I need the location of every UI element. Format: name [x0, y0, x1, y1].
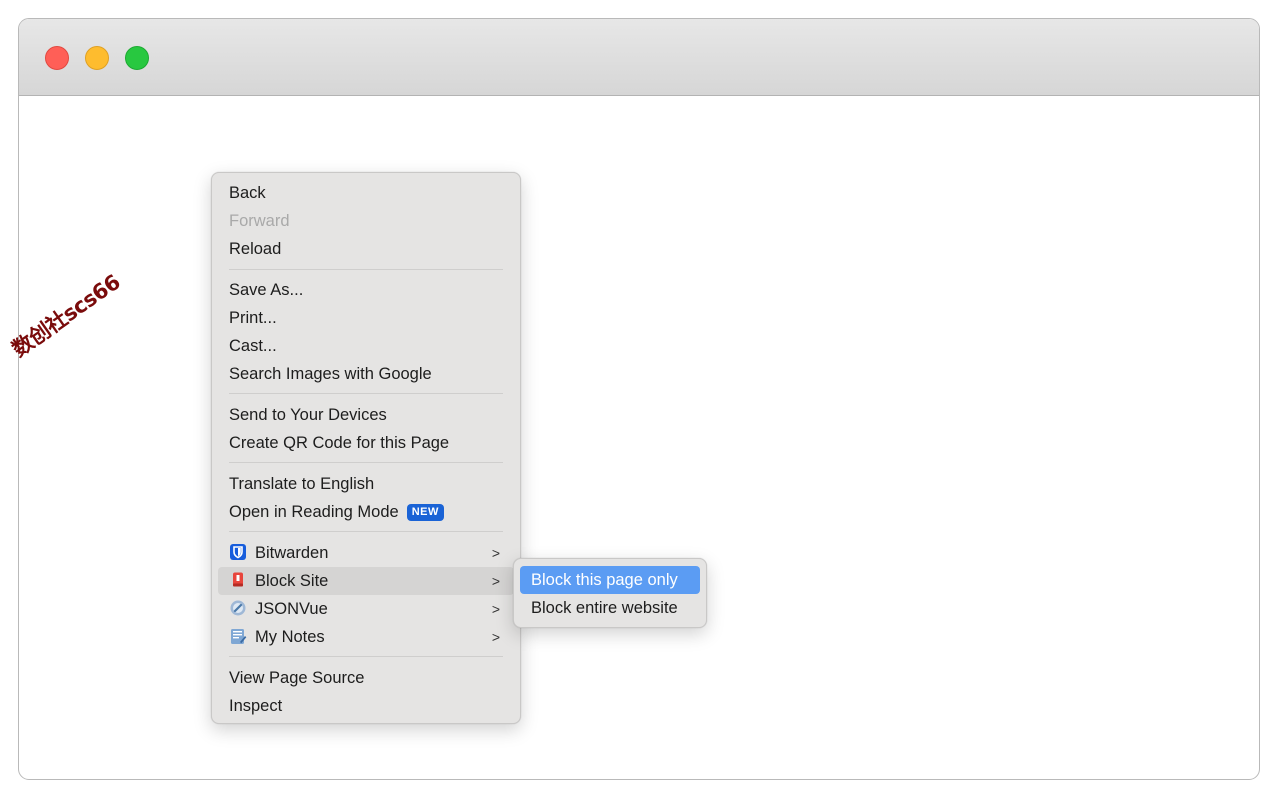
- new-badge: NEW: [406, 504, 444, 521]
- menu-item-back[interactable]: Back: [212, 179, 520, 207]
- menu-separator: [229, 393, 503, 394]
- menu-separator: [229, 462, 503, 463]
- minimize-window-button[interactable]: [85, 46, 109, 70]
- menu-item-jsonvue[interactable]: JSONVue >: [212, 595, 520, 623]
- chevron-right-icon: >: [491, 601, 500, 617]
- menu-item-reading-mode[interactable]: Open in Reading Mode NEW: [212, 498, 520, 526]
- chevron-right-icon: >: [491, 573, 500, 589]
- submenu-item-block-website[interactable]: Block entire website: [520, 594, 700, 622]
- menu-item-send-devices[interactable]: Send to Your Devices: [212, 401, 520, 429]
- menu-separator: [229, 531, 503, 532]
- close-window-button[interactable]: [45, 46, 69, 70]
- menu-item-inspect[interactable]: Inspect: [212, 692, 520, 720]
- menu-item-forward: Forward: [229, 212, 290, 230]
- zoom-window-button[interactable]: [125, 46, 149, 70]
- submenu-item-block-page[interactable]: Block this page only: [520, 566, 700, 594]
- chevron-right-icon: >: [491, 629, 500, 645]
- bitwarden-label: Bitwarden: [255, 544, 329, 562]
- browser-window: [18, 18, 1260, 780]
- menu-item-bitwarden[interactable]: Bitwarden >: [212, 539, 520, 567]
- jsonvue-icon: [229, 598, 247, 616]
- menu-item-cast[interactable]: Cast...: [212, 332, 520, 360]
- menu-separator: [229, 656, 503, 657]
- notes-icon: [229, 626, 247, 644]
- bitwarden-icon: [229, 542, 247, 560]
- menu-item-view-source[interactable]: View Page Source: [212, 664, 520, 692]
- block-site-label: Block Site: [255, 572, 329, 590]
- menu-item-reload[interactable]: Reload: [212, 235, 520, 263]
- jsonvue-label: JSONVue: [255, 600, 328, 618]
- menu-item-save-as[interactable]: Save As...: [212, 276, 520, 304]
- block-site-submenu: Block this page only Block entire websit…: [513, 558, 707, 628]
- menu-item-search-images[interactable]: Search Images with Google: [212, 360, 520, 388]
- menu-item-block-site[interactable]: Block Site >: [218, 567, 514, 595]
- chevron-right-icon: >: [491, 545, 500, 561]
- menu-item-my-notes[interactable]: My Notes >: [212, 623, 520, 651]
- menu-item-create-qr[interactable]: Create QR Code for this Page: [212, 429, 520, 457]
- menu-item-print[interactable]: Print...: [212, 304, 520, 332]
- title-bar: [19, 19, 1259, 96]
- context-menu: Back Forward Reload Save As... Print... …: [211, 172, 521, 724]
- reading-mode-label: Open in Reading Mode: [229, 503, 399, 521]
- my-notes-label: My Notes: [255, 628, 325, 646]
- menu-separator: [229, 269, 503, 270]
- block-site-icon: [229, 570, 247, 588]
- menu-item-translate[interactable]: Translate to English: [212, 470, 520, 498]
